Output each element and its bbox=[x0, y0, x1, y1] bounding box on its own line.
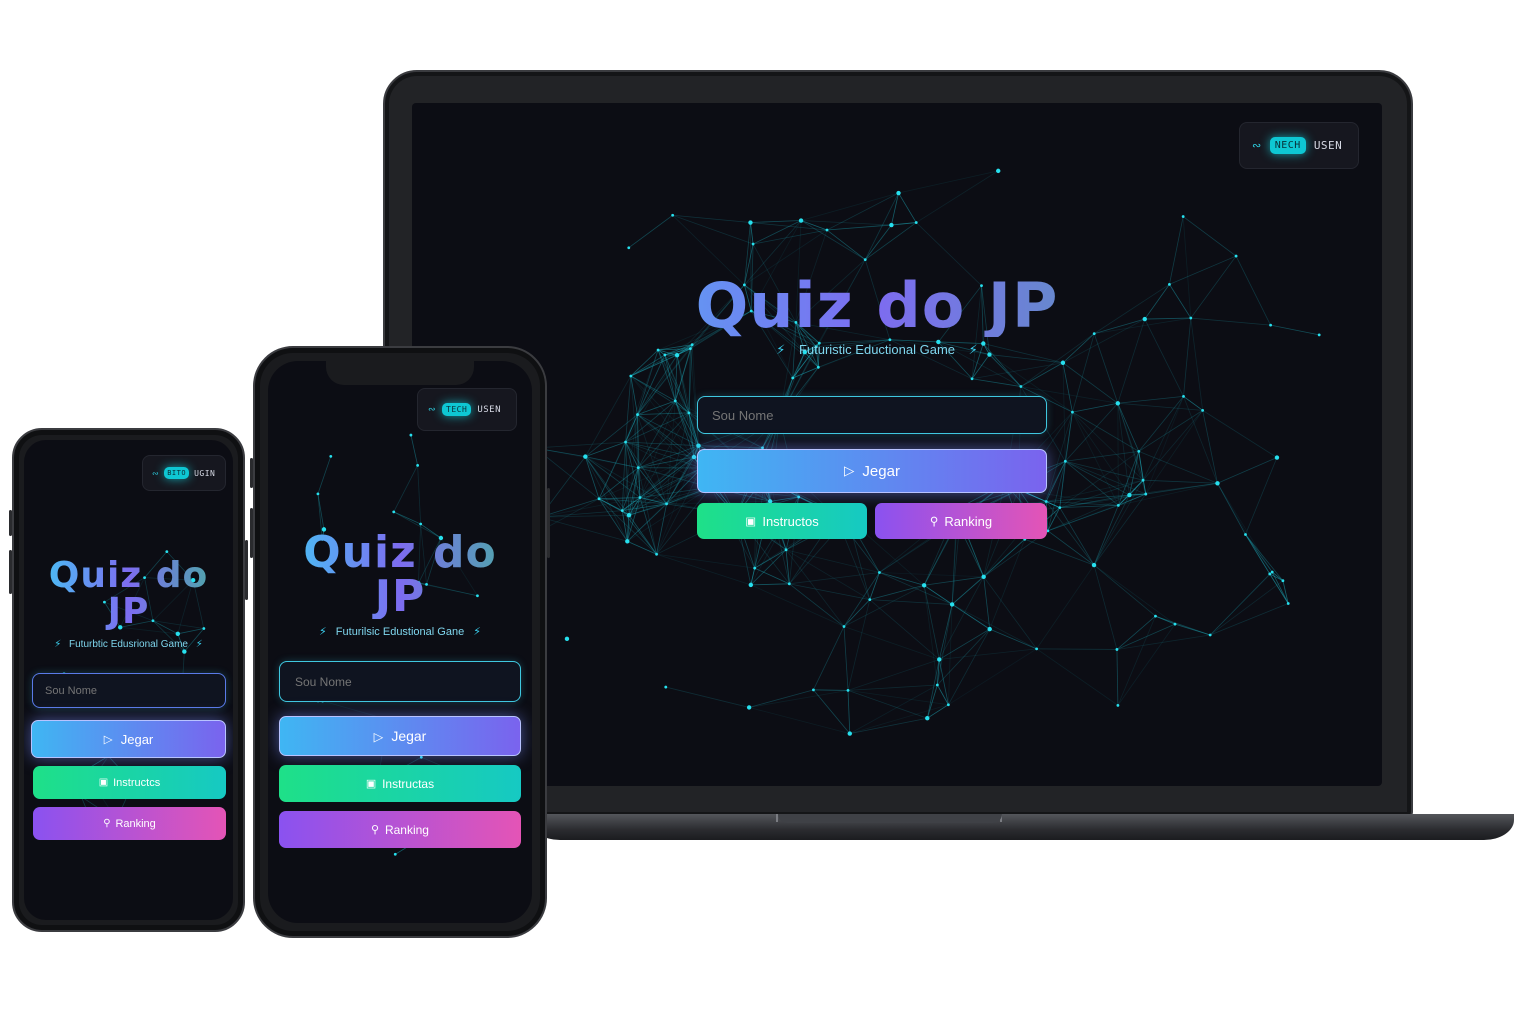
instructions-label: Instructos bbox=[762, 513, 819, 529]
subtitle-text: Futurilsic Edustional Gane bbox=[335, 626, 465, 638]
user-chip[interactable]: ∾ BITO UGIN bbox=[142, 455, 226, 491]
page-title: Quiz do JP bbox=[268, 531, 532, 619]
trophy-icon: ⚲ bbox=[371, 824, 379, 836]
mode-badge: TECH bbox=[442, 403, 472, 416]
phone-small-screen: ∾ BITO UGIN Quiz do JP ⚡︎ Futurbtic Edus… bbox=[24, 440, 233, 920]
link-icon: ∾ bbox=[152, 468, 160, 478]
link-icon: ∾ bbox=[1252, 139, 1262, 152]
page-title: Quiz do JP bbox=[412, 275, 1342, 337]
subtitle: ⚡︎ Futurbtic Edusrional Game ⚡︎ bbox=[24, 639, 233, 650]
instructions-label: Instructas bbox=[382, 776, 435, 791]
ranking-button[interactable]: ⚲ Ranking bbox=[33, 807, 226, 840]
subtitle: ⚡︎ Futuristic Eductional Game ⚡︎ bbox=[412, 342, 1342, 358]
title-line-2: JP bbox=[107, 591, 150, 632]
lightning-icon: ⚡︎ bbox=[968, 342, 978, 357]
mode-badge: BITO bbox=[164, 467, 190, 479]
instructions-button[interactable]: ▣ Instructos bbox=[697, 503, 867, 539]
phone-large-screen: ∾ TECH USEN Quiz do JP ⚡︎ Futurilsic Edu… bbox=[268, 361, 532, 923]
subtitle-text: Futurbtic Edusrional Game bbox=[69, 639, 188, 650]
laptop-screen: ∾ NECH USEN Quiz do JP ⚡︎ Futuristic Edu… bbox=[412, 103, 1382, 786]
trophy-icon: ⚲ bbox=[103, 818, 111, 829]
trophy-icon: ⚲ bbox=[929, 515, 939, 528]
lightning-icon: ⚡︎ bbox=[473, 626, 481, 638]
play-button[interactable]: ▷ Jegar bbox=[279, 716, 521, 756]
play-icon: ▷ bbox=[844, 463, 855, 478]
name-input[interactable] bbox=[279, 661, 521, 702]
ranking-label: Ranking bbox=[115, 817, 156, 830]
page-title: Quiz do JP bbox=[24, 558, 233, 630]
network-background bbox=[442, 168, 1321, 736]
lightning-icon: ⚡︎ bbox=[319, 626, 327, 638]
play-icon: ▷ bbox=[373, 729, 384, 744]
title-line-1: Quiz do bbox=[48, 555, 209, 596]
instructions-label: Instructcs bbox=[113, 776, 161, 789]
play-label: Jegar bbox=[862, 462, 900, 480]
laptop-hinge-notch bbox=[778, 814, 1002, 823]
book-icon: ▣ bbox=[98, 777, 109, 788]
phone-notch bbox=[326, 361, 474, 385]
book-icon: ▣ bbox=[745, 515, 757, 528]
ranking-button[interactable]: ⚲ Ranking bbox=[875, 503, 1047, 539]
play-icon: ▷ bbox=[103, 733, 113, 746]
mode-badge: NECH bbox=[1269, 137, 1306, 154]
user-chip[interactable]: ∾ TECH USEN bbox=[417, 388, 517, 431]
instructions-button[interactable]: ▣ Instructas bbox=[279, 765, 521, 802]
laptop-base bbox=[530, 814, 1514, 840]
user-label: UGIN bbox=[194, 468, 216, 478]
lightning-icon: ⚡︎ bbox=[776, 342, 786, 357]
play-label: Jegar bbox=[391, 728, 427, 744]
user-chip[interactable]: ∾ NECH USEN bbox=[1239, 122, 1359, 169]
name-input[interactable] bbox=[32, 673, 226, 708]
subtitle: ⚡︎ Futurilsic Edustional Gane ⚡︎ bbox=[268, 625, 532, 638]
title-line-1: Quiz do bbox=[303, 527, 497, 578]
user-label: USEN bbox=[1313, 139, 1343, 152]
link-icon: ∾ bbox=[428, 404, 437, 415]
play-label: Jegar bbox=[120, 731, 154, 747]
ranking-label: Ranking bbox=[944, 513, 993, 529]
play-button[interactable]: ▷ Jegar bbox=[31, 720, 226, 758]
name-input[interactable] bbox=[697, 396, 1047, 434]
ranking-label: Ranking bbox=[384, 822, 429, 837]
lightning-icon: ⚡︎ bbox=[195, 639, 203, 650]
title-line-2: JP bbox=[374, 571, 426, 622]
ranking-button[interactable]: ⚲ Ranking bbox=[279, 811, 521, 848]
book-icon: ▣ bbox=[365, 778, 377, 790]
play-button[interactable]: ▷ Jegar bbox=[697, 449, 1047, 493]
user-label: USEN bbox=[477, 404, 501, 415]
instructions-button[interactable]: ▣ Instructcs bbox=[33, 766, 226, 799]
lightning-icon: ⚡︎ bbox=[54, 639, 62, 650]
subtitle-text: Futuristic Eductional Game bbox=[798, 342, 956, 357]
